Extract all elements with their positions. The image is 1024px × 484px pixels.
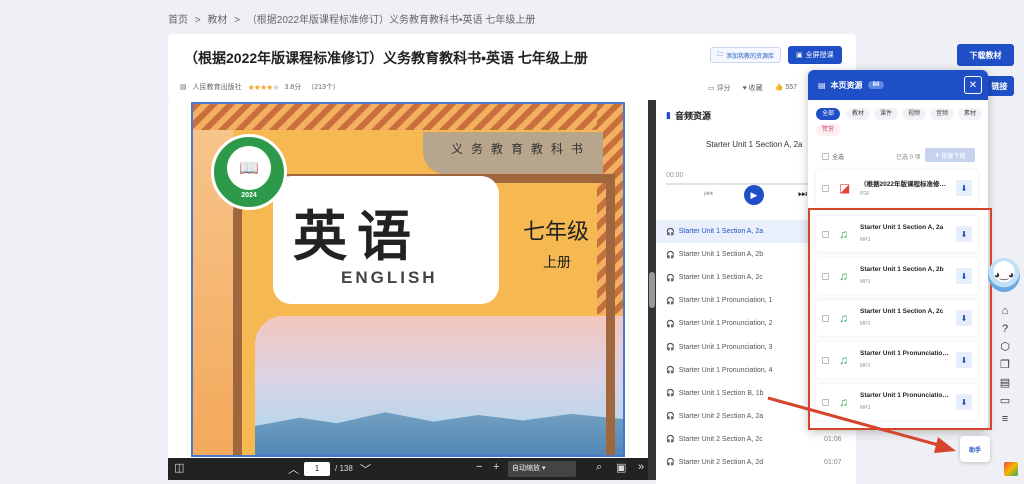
- copy-icon[interactable]: ❐: [1000, 359, 1010, 371]
- link-button[interactable]: 链接: [985, 76, 1014, 96]
- filter-tab[interactable]: 全部: [816, 108, 841, 120]
- app-corner-icon[interactable]: [1004, 462, 1018, 476]
- cover-volume: 上册: [543, 255, 571, 271]
- breadcrumb-home[interactable]: 首页: [168, 15, 188, 26]
- cube-icon[interactable]: ⬡: [1000, 341, 1010, 353]
- page-number-input[interactable]: 1: [304, 462, 330, 476]
- document-icon: ▤: [818, 80, 826, 90]
- headphones-icon: 🎧: [666, 344, 675, 352]
- page-title: （根据2022年版课程标准修订）义务教育教科书•英语 七年级上册: [184, 50, 588, 66]
- previous-track-icon[interactable]: ⏮: [704, 189, 713, 200]
- headphones-icon: 🎧: [666, 297, 675, 305]
- audio-heading: 音频资源: [674, 111, 711, 121]
- comment-icon: ▭: [708, 85, 717, 92]
- filter-tab[interactable]: 视频: [902, 108, 927, 120]
- book-icon: ▤: [180, 84, 187, 91]
- home-icon[interactable]: ⌂: [1002, 305, 1009, 317]
- highlight-box: [808, 208, 992, 430]
- headphones-icon: 🎧: [666, 251, 675, 259]
- cover-stripes: [193, 104, 623, 130]
- search-icon[interactable]: ⌕: [596, 461, 602, 474]
- track-item[interactable]: 🎧 Starter Unit 2 Section A, 2d 01:07: [656, 451, 856, 474]
- sidebar-toggle-icon[interactable]: ◫: [174, 461, 184, 474]
- zoom-out-icon[interactable]: −: [476, 461, 482, 473]
- assistant-mascot-icon[interactable]: ◕‿◕: [988, 258, 1020, 292]
- breadcrumb-current: （根据2022年版课程标准修订）义务教育教科书•英语 七年级上册: [246, 15, 536, 26]
- resource-item[interactable]: ◪（根据2022年版课程标准修订）义务教育教科书•英语 七年级上册PDF⬇: [816, 170, 978, 206]
- cover-cn-title: 英语: [293, 204, 421, 268]
- filter-tab[interactable]: 音频: [930, 108, 955, 120]
- rating-score: 3.8分: [284, 84, 302, 91]
- screen-icon: ▣: [796, 52, 803, 59]
- presentation-icon[interactable]: ▣: [616, 461, 626, 474]
- current-time: 00:00: [666, 172, 684, 179]
- meta-row: ▤ 人民教育出版社 ★★★★★ 3.8分 （213个）: [180, 82, 340, 92]
- thumbs-up-icon: 👍: [774, 84, 786, 91]
- batch-download-button[interactable]: ⬇ 批量下载: [925, 148, 975, 162]
- pdf-icon: ◪: [839, 181, 851, 195]
- feedback-icon[interactable]: ▭: [1000, 395, 1010, 407]
- cover-series: 义务教育教科书: [451, 142, 592, 156]
- headphones-icon: 🎧: [666, 320, 675, 328]
- side-toolbar: ⌂ ? ⬡ ❐ ▤ ▭ ≡: [996, 305, 1014, 425]
- headphones-icon: 🎧: [666, 436, 675, 444]
- viewer-toolbar: ◫ ︿ 1 / 138 ﹀ − + 自动缩放 ▾ ⌕ ▣ »: [168, 458, 654, 480]
- header-card: （根据2022年版课程标准修订）义务教育教科书•英语 七年级上册 🗀 添加我教的资…: [168, 34, 856, 100]
- page-down-icon[interactable]: ﹀: [360, 461, 371, 477]
- like-button[interactable]: 👍 557: [775, 83, 797, 93]
- panel-title: 本页资源: [830, 80, 863, 90]
- zoom-select[interactable]: 自动缩放 ▾: [508, 461, 576, 477]
- folder-icon: 🗀: [717, 52, 724, 58]
- headphones-icon: 🎧: [666, 390, 675, 398]
- approval-seal-icon: 📖 2024: [211, 134, 287, 210]
- rate-button[interactable]: ▭ 评分: [708, 83, 731, 93]
- page-up-icon[interactable]: ︿: [288, 461, 299, 477]
- filter-tab[interactable]: 教材: [846, 108, 871, 120]
- list-doc-icon[interactable]: ▤: [1000, 377, 1010, 389]
- resource-count-badge: 84: [867, 81, 885, 89]
- now-playing-title: Starter Unit 1 Section A, 2a: [706, 140, 803, 149]
- divider-handle[interactable]: [649, 272, 655, 308]
- download-icon: ⬇: [934, 152, 940, 159]
- filter-tab[interactable]: 素材: [958, 108, 983, 120]
- favorite-button[interactable]: ♥ 收藏: [743, 83, 763, 93]
- rating-stars: ★★★★★: [247, 82, 280, 92]
- breadcrumb-section[interactable]: 教材: [207, 15, 227, 26]
- close-icon[interactable]: ✕: [964, 76, 982, 94]
- headphones-icon: 🎧: [666, 413, 675, 421]
- cover-en-title: ENGLISH: [341, 268, 438, 287]
- more-tools-icon[interactable]: »: [638, 461, 644, 473]
- selected-count: 已选 0 项: [896, 155, 921, 161]
- add-to-library-button[interactable]: 🗀 添加我教的资源库: [710, 47, 782, 63]
- helper-button[interactable]: 助手: [960, 436, 990, 462]
- headphones-icon: 🎧: [666, 459, 675, 467]
- download-icon[interactable]: ⬇: [956, 180, 972, 196]
- help-icon[interactable]: ?: [1002, 323, 1008, 335]
- rating-count: （213个）: [307, 84, 340, 91]
- headphones-icon: 🎧: [666, 274, 675, 282]
- filter-tab[interactable]: 课件: [874, 108, 899, 120]
- track-item[interactable]: 🎧 Starter Unit 2 Section A, 2c 01:06: [656, 428, 856, 451]
- resource-checkbox[interactable]: [822, 184, 829, 192]
- headphones-icon: 🎧: [666, 228, 675, 236]
- cover-grade: 七年级: [523, 220, 590, 245]
- select-all-checkbox[interactable]: 全选: [822, 152, 844, 161]
- headphones-icon: 🎧: [666, 367, 675, 375]
- zoom-in-icon[interactable]: +: [493, 461, 499, 473]
- page-total: / 138: [335, 464, 353, 473]
- textbook-viewer[interactable]: 义务教育教科书 英语 ENGLISH 七年级 上册 📖 2024: [168, 100, 654, 458]
- open-book-icon: 📖: [239, 159, 259, 177]
- book-cover: 义务教育教科书 英语 ENGLISH 七年级 上册 📖 2024: [191, 102, 625, 457]
- fullscreen-teach-button[interactable]: ▣ 全屏授课: [788, 46, 842, 64]
- menu-icon[interactable]: ≡: [1002, 413, 1008, 425]
- filter-tab[interactable]: 赞赏: [816, 124, 841, 136]
- play-icon: ▶: [750, 189, 758, 200]
- download-textbook-button[interactable]: 下载教材: [957, 44, 1014, 66]
- play-button[interactable]: ▶: [744, 185, 764, 205]
- next-track-icon[interactable]: ⏭: [798, 189, 807, 200]
- publisher: 人民教育出版社: [192, 84, 242, 91]
- header-actions: ▭ 评分 ♥ 收藏 👍 557: [708, 83, 797, 93]
- breadcrumb: 首页 > 教材 > （根据2022年版课程标准修订）义务教育教科书•英语 七年级…: [168, 15, 536, 26]
- audio-icon: ▮: [666, 110, 671, 120]
